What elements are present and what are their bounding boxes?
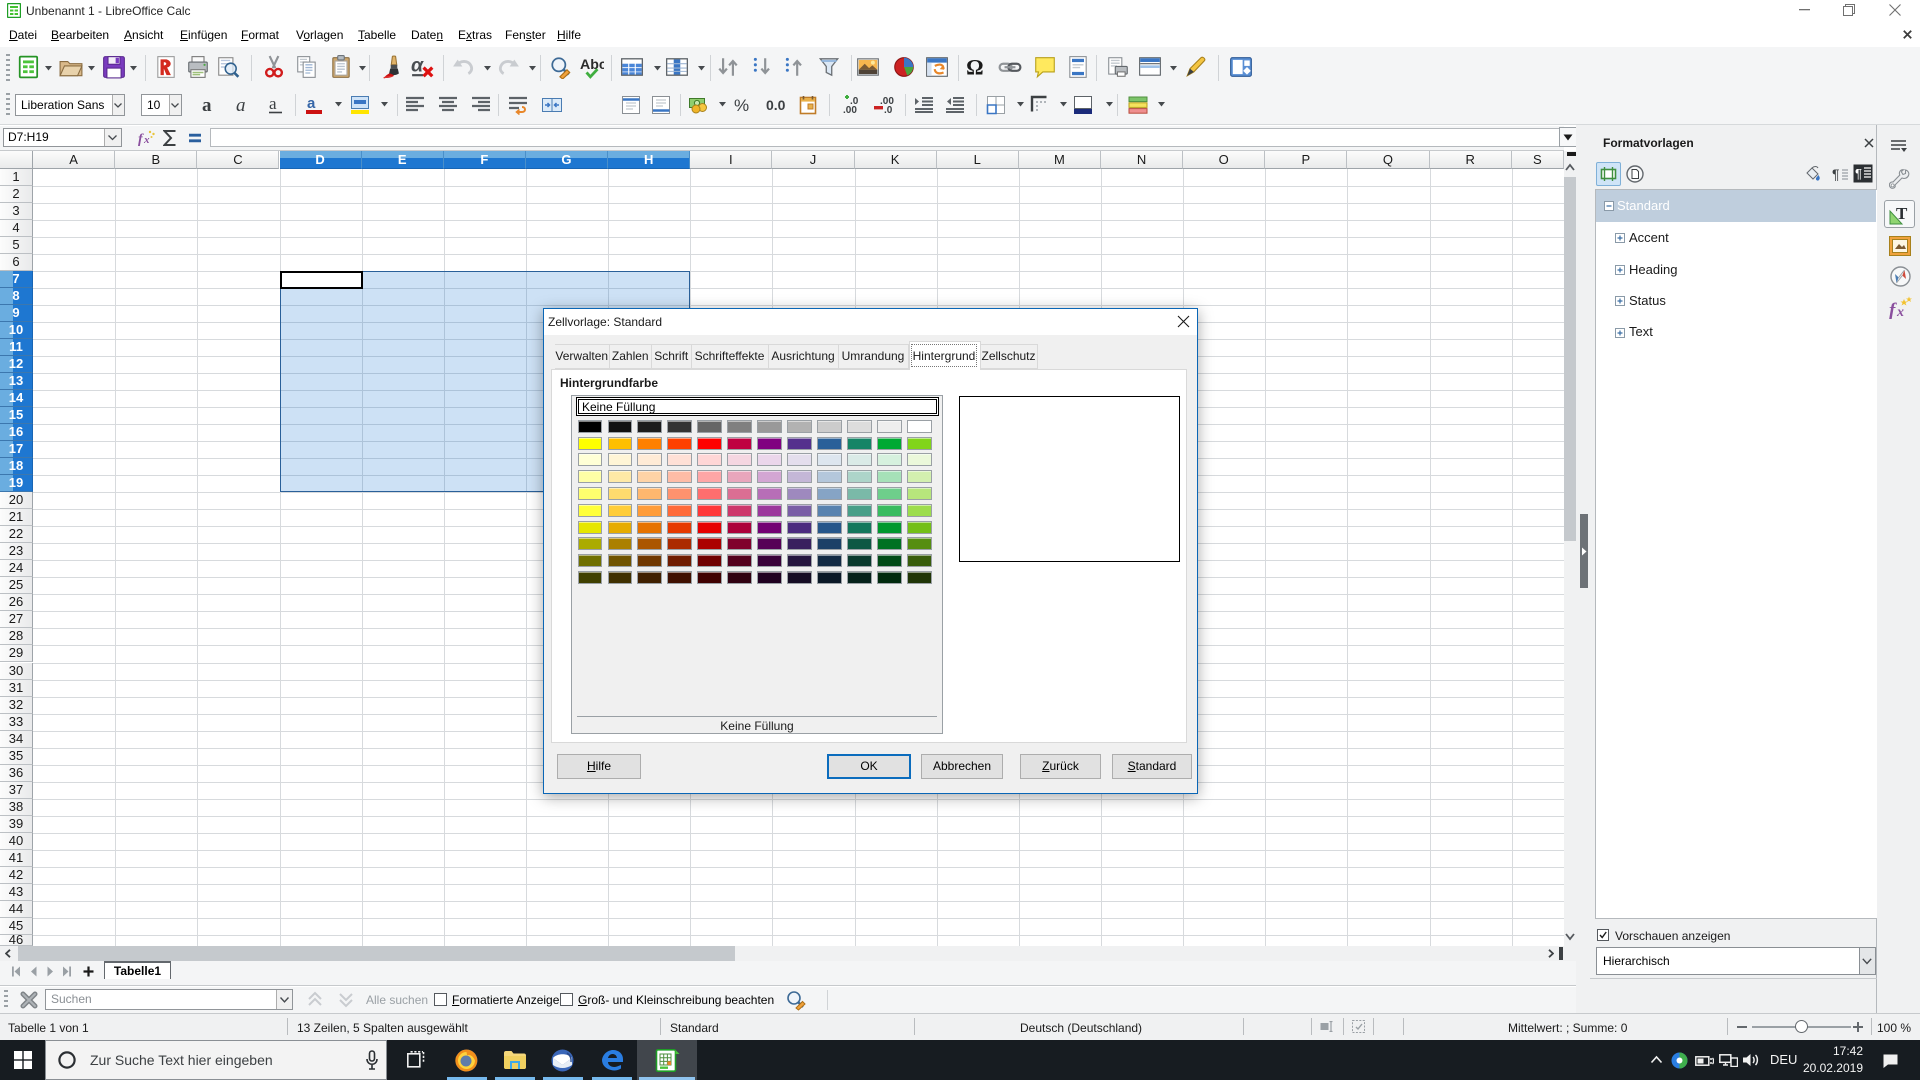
svg-text:α: α: [411, 55, 424, 76]
svg-text:.00: .00: [843, 105, 857, 116]
svg-text:T: T: [1896, 204, 1908, 223]
svg-text:Ω: Ω: [966, 56, 983, 79]
svg-text:¶: ¶: [1855, 166, 1862, 181]
svg-text:f: f: [1889, 300, 1897, 319]
svg-text:¶: ¶: [1832, 166, 1840, 182]
svg-text:Abc: Abc: [580, 57, 604, 73]
svg-text:a: a: [202, 95, 212, 116]
svg-text:x: x: [1896, 305, 1904, 319]
svg-text:a: a: [236, 95, 246, 116]
svg-text:.0: .0: [884, 105, 893, 116]
svg-text:a: a: [269, 94, 277, 113]
svg-text:x: x: [143, 134, 150, 146]
svg-text:%: %: [734, 96, 749, 115]
svg-text:0.0: 0.0: [766, 97, 786, 113]
svg-text:a: a: [307, 95, 316, 112]
